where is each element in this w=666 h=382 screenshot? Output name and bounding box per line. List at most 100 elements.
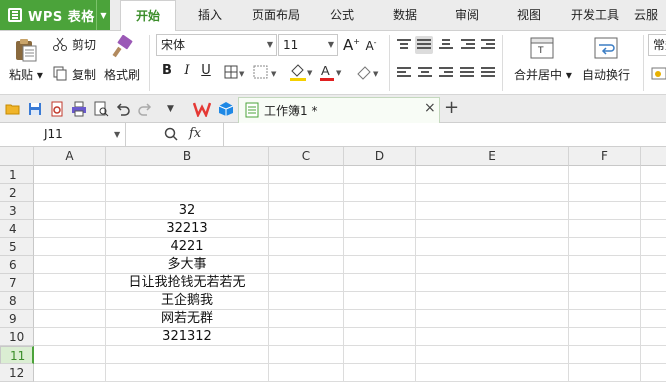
cell-g1[interactable] bbox=[641, 166, 666, 184]
cell-f7[interactable] bbox=[569, 274, 641, 292]
chevron-down-icon[interactable]: ▼ bbox=[114, 123, 120, 146]
cell-g11[interactable] bbox=[641, 346, 666, 364]
font-name-select[interactable]: 宋体 ▼ bbox=[156, 34, 277, 56]
sheet-grid[interactable]: A B C D E F 1 2 3 32 4 32213 5 4221 6 多大事 7 日让我抢钱无若… bbox=[0, 147, 666, 382]
cell-f2[interactable] bbox=[569, 184, 641, 202]
copy-button[interactable]: 复制 bbox=[72, 66, 96, 83]
cell-f10[interactable] bbox=[569, 328, 641, 346]
menu-view[interactable]: 视图 bbox=[502, 0, 556, 31]
font-color-icon[interactable]: A ▼ bbox=[318, 62, 344, 82]
print-preview-icon[interactable] bbox=[93, 101, 109, 117]
cell-a11[interactable] bbox=[34, 346, 106, 364]
cell-c12[interactable] bbox=[269, 364, 344, 382]
cell-a1[interactable] bbox=[34, 166, 106, 184]
cell-c3[interactable] bbox=[269, 202, 344, 220]
cell-d9[interactable] bbox=[344, 310, 416, 328]
chevron-down-icon[interactable]: ▼ bbox=[96, 0, 110, 30]
row-header-10[interactable]: 10 bbox=[0, 328, 34, 346]
menu-formulas[interactable]: 公式 bbox=[314, 0, 370, 31]
cell-c7[interactable] bbox=[269, 274, 344, 292]
shrink-font-button[interactable]: A- bbox=[363, 38, 379, 53]
cell-f11[interactable] bbox=[569, 346, 641, 364]
cell-g4[interactable] bbox=[641, 220, 666, 238]
cell-a8[interactable] bbox=[34, 292, 106, 310]
cell-a12[interactable] bbox=[34, 364, 106, 382]
cell-c6[interactable] bbox=[269, 256, 344, 274]
menu-insert[interactable]: 插入 bbox=[183, 0, 237, 31]
cell-a10[interactable] bbox=[34, 328, 106, 346]
cell-b10[interactable]: 321312 bbox=[106, 328, 269, 346]
format-painter-button[interactable]: 格式刷 bbox=[104, 66, 140, 83]
cell-d6[interactable] bbox=[344, 256, 416, 274]
menu-data[interactable]: 数据 bbox=[378, 0, 432, 31]
clear-format-icon[interactable]: ▼ bbox=[355, 63, 381, 81]
zoom-search-icon[interactable] bbox=[164, 127, 178, 141]
print-icon[interactable] bbox=[71, 101, 87, 117]
align-left-icon[interactable] bbox=[397, 67, 411, 79]
align-top-icon[interactable] bbox=[397, 39, 411, 51]
cell-g7[interactable] bbox=[641, 274, 666, 292]
increase-indent-icon[interactable] bbox=[481, 39, 495, 51]
cell-g9[interactable] bbox=[641, 310, 666, 328]
column-header-a[interactable]: A bbox=[34, 147, 106, 166]
cell-d2[interactable] bbox=[344, 184, 416, 202]
row-header-3[interactable]: 3 bbox=[0, 202, 34, 220]
row-header-12[interactable]: 12 bbox=[0, 364, 34, 382]
cell-g2[interactable] bbox=[641, 184, 666, 202]
cell-g8[interactable] bbox=[641, 292, 666, 310]
cell-f4[interactable] bbox=[569, 220, 641, 238]
cell-f5[interactable] bbox=[569, 238, 641, 256]
cell-b8[interactable]: 王企鹅我 bbox=[106, 292, 269, 310]
column-header-b[interactable]: B bbox=[106, 147, 269, 166]
cell-b6[interactable]: 多大事 bbox=[106, 256, 269, 274]
undo-icon[interactable] bbox=[115, 101, 131, 117]
cell-a6[interactable] bbox=[34, 256, 106, 274]
cloud-cube-icon[interactable] bbox=[218, 101, 234, 117]
cut-button[interactable]: 剪切 bbox=[72, 36, 96, 53]
cell-b9[interactable]: 网若无群 bbox=[106, 310, 269, 328]
cell-b5[interactable]: 4221 bbox=[106, 238, 269, 256]
cell-e2[interactable] bbox=[416, 184, 569, 202]
insert-function-button[interactable]: fx bbox=[189, 126, 201, 141]
wrap-text-button[interactable]: 自动换行 bbox=[582, 66, 630, 83]
cell-e6[interactable] bbox=[416, 256, 569, 274]
cell-e5[interactable] bbox=[416, 238, 569, 256]
cell-c10[interactable] bbox=[269, 328, 344, 346]
cell-f3[interactable] bbox=[569, 202, 641, 220]
row-header-11[interactable]: 11 bbox=[0, 346, 34, 364]
cell-b2[interactable] bbox=[106, 184, 269, 202]
column-header-f[interactable]: F bbox=[569, 147, 641, 166]
cell-e7[interactable] bbox=[416, 274, 569, 292]
column-header-e[interactable]: E bbox=[416, 147, 569, 166]
align-middle-icon[interactable] bbox=[415, 36, 433, 54]
new-tab-icon[interactable]: + bbox=[444, 97, 459, 118]
cell-d8[interactable] bbox=[344, 292, 416, 310]
cell-c8[interactable] bbox=[269, 292, 344, 310]
cell-a4[interactable] bbox=[34, 220, 106, 238]
cell-b11[interactable] bbox=[106, 346, 269, 364]
tab-workbook1[interactable]: 工作簿1 * × bbox=[238, 97, 440, 123]
cell-e4[interactable] bbox=[416, 220, 569, 238]
row-header-8[interactable]: 8 bbox=[0, 292, 34, 310]
justify-icon[interactable] bbox=[460, 67, 474, 79]
cell-f8[interactable] bbox=[569, 292, 641, 310]
cell-g10[interactable] bbox=[641, 328, 666, 346]
cell-d1[interactable] bbox=[344, 166, 416, 184]
grow-font-button[interactable]: A+ bbox=[343, 36, 360, 54]
cell-d12[interactable] bbox=[344, 364, 416, 382]
redo-icon[interactable] bbox=[137, 101, 153, 117]
cell-c11[interactable] bbox=[269, 346, 344, 364]
underline-button[interactable]: U bbox=[199, 63, 213, 78]
cell-e8[interactable] bbox=[416, 292, 569, 310]
cell-e3[interactable] bbox=[416, 202, 569, 220]
cell-d5[interactable] bbox=[344, 238, 416, 256]
cell-d3[interactable] bbox=[344, 202, 416, 220]
cell-e11[interactable] bbox=[416, 346, 569, 364]
cell-b4[interactable]: 32213 bbox=[106, 220, 269, 238]
select-all-corner[interactable] bbox=[0, 147, 34, 166]
cell-c4[interactable] bbox=[269, 220, 344, 238]
cell-b3[interactable]: 32 bbox=[106, 202, 269, 220]
menu-cloud[interactable]: 云服 bbox=[634, 0, 666, 31]
cell-a7[interactable] bbox=[34, 274, 106, 292]
cell-d11[interactable] bbox=[344, 346, 416, 364]
